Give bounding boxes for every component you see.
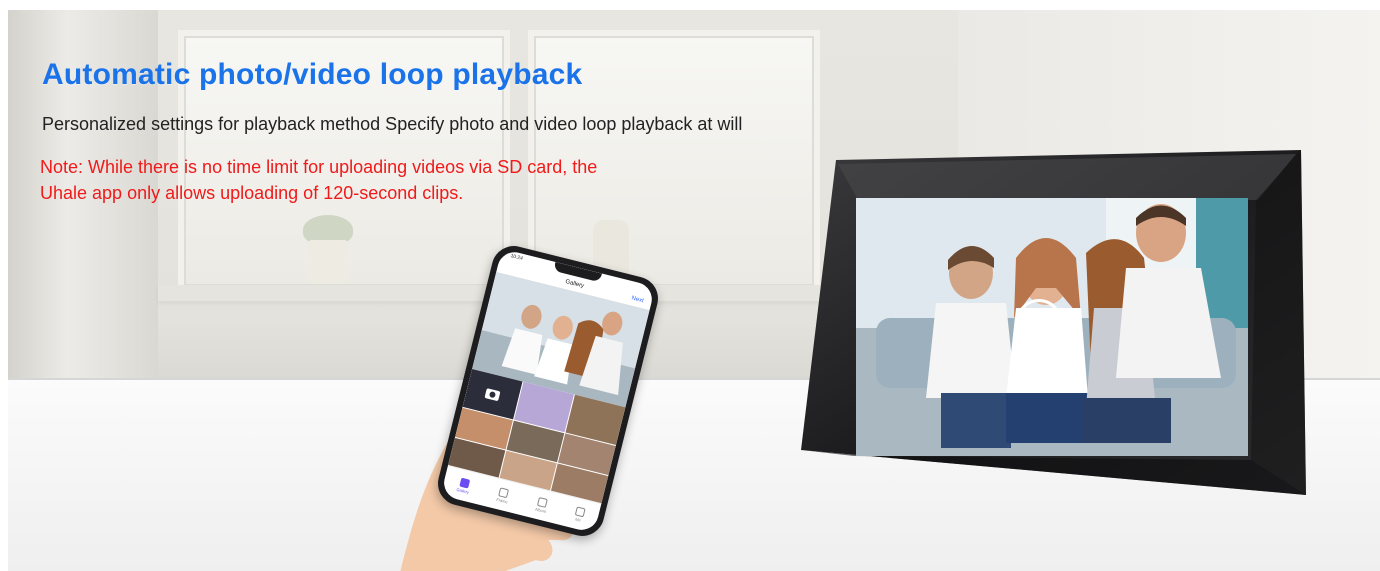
tab-gallery[interactable]: Gallery	[456, 477, 472, 494]
note-line-1: Note: While there is no time limit for u…	[40, 157, 598, 177]
tab-frame[interactable]: Frame	[496, 486, 511, 504]
tab-album[interactable]: Album	[535, 496, 550, 514]
status-time: 10:24	[509, 253, 524, 262]
tab-me[interactable]: Me	[573, 505, 586, 523]
banner-note: Note: While there is no time limit for u…	[40, 154, 760, 206]
play-icon[interactable]	[1016, 299, 1062, 345]
next-button[interactable]: Next	[631, 296, 644, 305]
camera-icon	[484, 387, 501, 401]
plant-pot	[308, 240, 348, 284]
tab-label: Me	[574, 516, 582, 523]
product-banner: Automatic photo/video loop playback Pers…	[8, 10, 1380, 571]
banner-subtitle: Personalized settings for playback metho…	[42, 114, 743, 134]
note-line-2: Uhale app only allows uploading of 120-s…	[40, 183, 464, 203]
banner-title: Automatic photo/video loop playback	[42, 58, 583, 91]
